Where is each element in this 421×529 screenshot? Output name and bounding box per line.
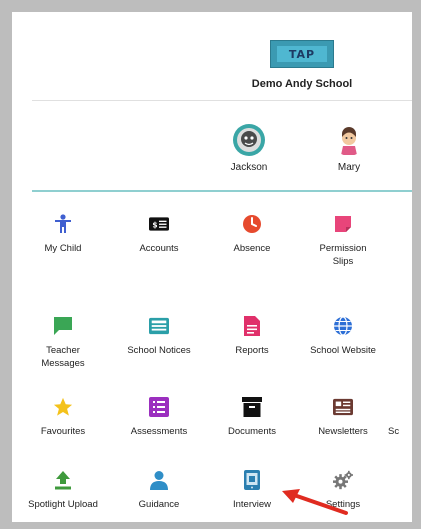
- tile-label: Sc: [388, 426, 400, 437]
- header-divider: [32, 100, 412, 101]
- school-name: Demo Andy School: [251, 78, 353, 90]
- app-screen: TAP Demo Andy School Jackson Mary My Chi…: [12, 12, 412, 522]
- tile-label: Spotlight Upload: [28, 499, 98, 510]
- child-icon: [53, 214, 73, 234]
- tile-label: My Child: [44, 243, 82, 254]
- tile-accounts[interactable]: $ Accounts: [115, 214, 203, 255]
- tile-assessments[interactable]: Assessments: [115, 397, 203, 438]
- notices-icon: [149, 316, 169, 336]
- tile-school-website[interactable]: School Website: [299, 316, 387, 357]
- tile-label: Interview: [232, 499, 271, 510]
- tablet-icon: [242, 470, 262, 490]
- message-icon: [53, 316, 73, 336]
- tile-spotlight-upload[interactable]: Spotlight Upload: [19, 470, 107, 511]
- tile-label: Documents: [227, 426, 277, 437]
- globe-icon: [333, 316, 353, 336]
- report-icon: [242, 316, 262, 336]
- tile-label: Reports: [235, 345, 269, 356]
- tap-logo: TAP: [270, 40, 334, 68]
- accounts-icon: $: [149, 214, 169, 234]
- tile-label: Accounts: [139, 243, 179, 254]
- permission-slip-icon: [333, 214, 353, 234]
- upload-icon: [53, 470, 73, 490]
- tile-label: Assessments: [130, 426, 188, 437]
- section-divider: [32, 190, 412, 192]
- tile-label: Favourites: [40, 426, 86, 437]
- tile-label: Newsletters: [318, 426, 368, 437]
- tile-reports[interactable]: Reports: [208, 316, 296, 357]
- tile-label: School Notices: [127, 345, 191, 356]
- person-icon: [149, 470, 169, 490]
- svg-text:$: $: [152, 220, 157, 229]
- archive-icon: [242, 397, 262, 417]
- tile-favourites[interactable]: Favourites: [19, 397, 107, 438]
- tile-my-child[interactable]: My Child: [19, 214, 107, 255]
- child-name: Mary: [337, 162, 361, 173]
- annotation-arrow-icon: [282, 489, 348, 515]
- tile-permission-slips[interactable]: Permission Slips: [299, 214, 387, 268]
- tile-documents[interactable]: Documents: [208, 397, 296, 438]
- tile-label: Teacher Messages: [41, 345, 85, 369]
- child-jackson[interactable]: Jackson: [214, 124, 284, 173]
- tile-label: Permission Slips: [319, 243, 367, 267]
- assessments-icon: [149, 397, 169, 417]
- tile-school-notices[interactable]: School Notices: [115, 316, 203, 357]
- tile-teacher-messages[interactable]: Teacher Messages: [19, 316, 107, 370]
- star-icon: [53, 397, 73, 417]
- tile-partial-school[interactable]: Sc: [388, 397, 412, 438]
- partial-icon-spacer: [388, 397, 408, 417]
- tile-label: Guidance: [138, 499, 180, 510]
- tile-guidance[interactable]: Guidance: [115, 470, 203, 511]
- logo-text: TAP: [277, 46, 327, 62]
- clock-icon: [242, 214, 262, 234]
- mary-avatar: [333, 124, 365, 156]
- tile-label: School Website: [310, 345, 376, 356]
- jackson-avatar: [233, 124, 265, 156]
- tile-newsletters[interactable]: Newsletters: [299, 397, 387, 438]
- tile-label: Absence: [233, 243, 271, 254]
- tile-absence[interactable]: Absence: [208, 214, 296, 255]
- child-name: Jackson: [230, 162, 268, 173]
- child-mary[interactable]: Mary: [314, 124, 384, 173]
- newsletter-icon: [333, 397, 353, 417]
